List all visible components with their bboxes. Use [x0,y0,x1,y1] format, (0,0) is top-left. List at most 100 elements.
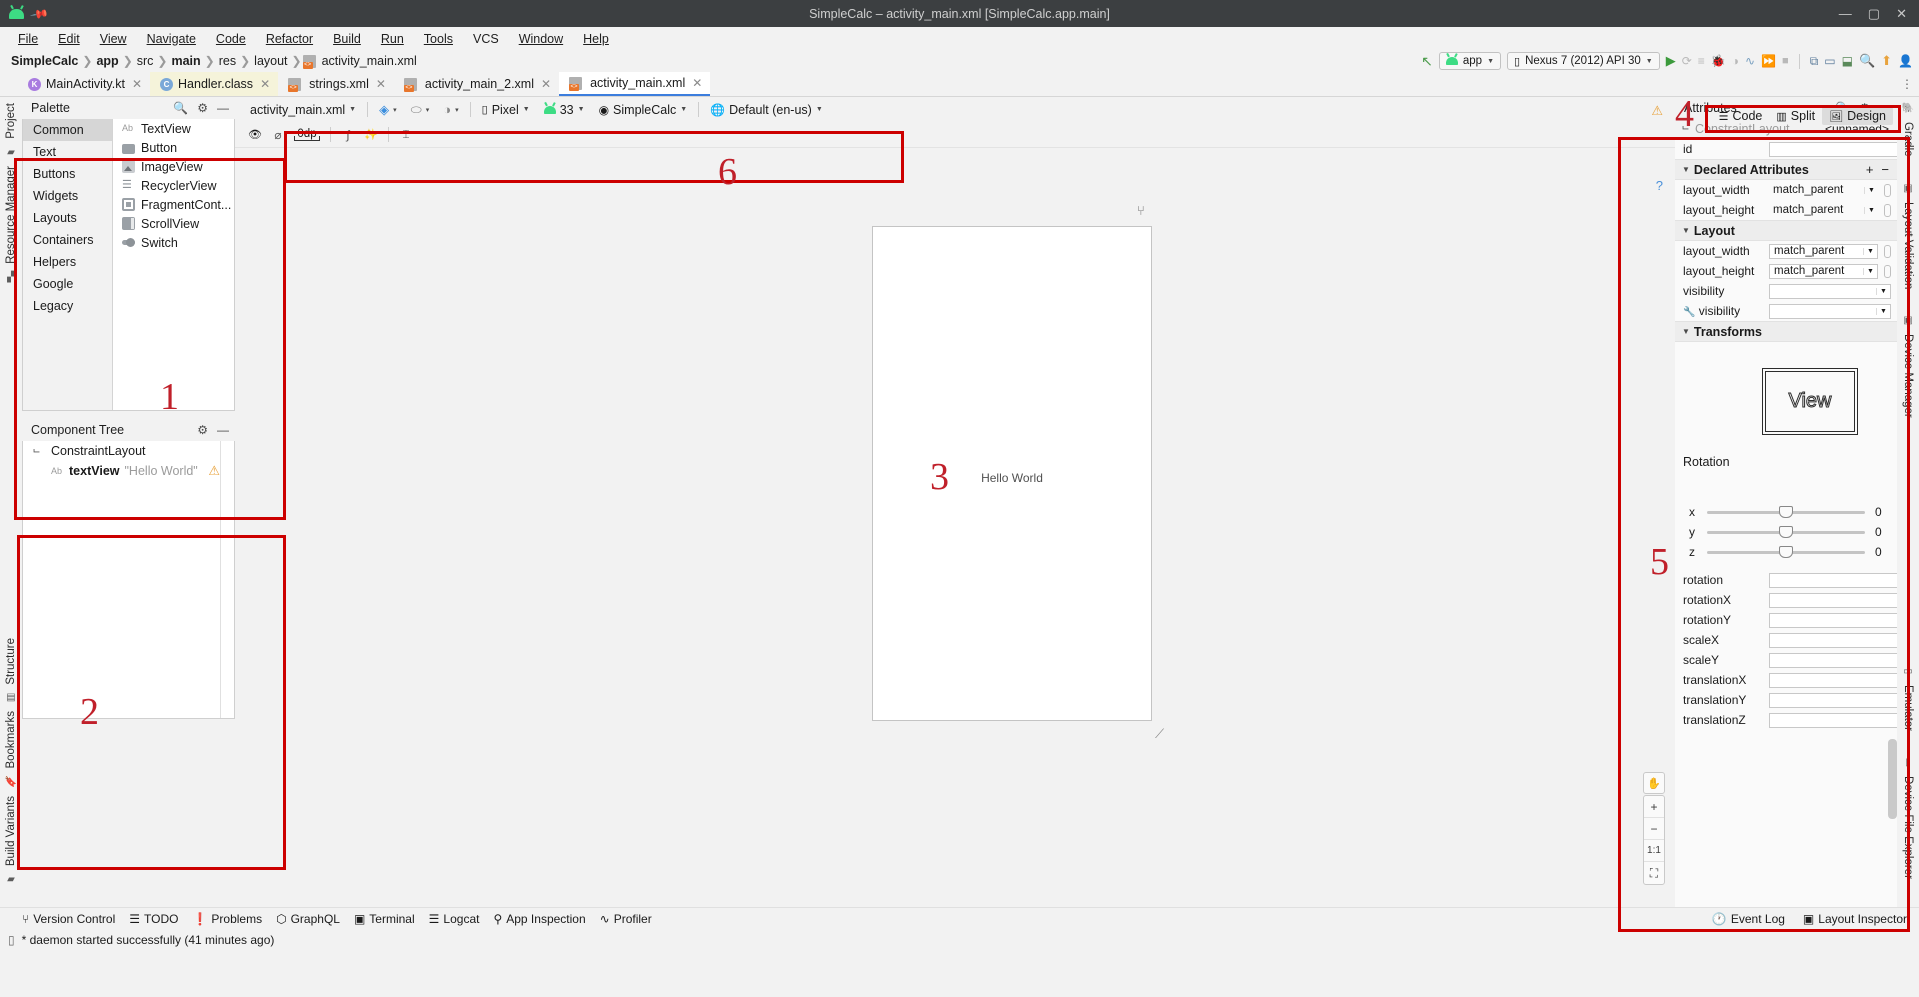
palette-item-button[interactable]: Button [113,138,234,157]
attributes-scrollbar[interactable] [1888,739,1897,819]
breadcrumb-app[interactable]: app [93,54,121,68]
resize-handle-icon[interactable]: ⟋ [1155,726,1164,742]
rotationx-input[interactable] [1769,592,1897,608]
zoom-out-button[interactable]: − [1644,818,1664,840]
rail-item-project[interactable]: Project [5,103,17,139]
breadcrumb-file[interactable]: activity_main.xml [319,54,420,68]
id-input[interactable] [1769,141,1897,157]
layout-height-combo[interactable]: match_parent ▼ [1769,263,1878,279]
status-button-problems[interactable]: ❗ Problems [192,912,262,926]
rail-item-layout-validation[interactable]: Layout Validation [1902,202,1914,289]
minimize-window-button[interactable]: — [1839,7,1852,20]
account-icon[interactable]: 👤 [1898,54,1913,68]
zoom-reset-button[interactable]: 1:1 [1644,840,1664,862]
rail-item-resource-manager[interactable]: Resource Manager [5,166,17,264]
scaley-input[interactable] [1769,652,1897,668]
editor-tab-strings[interactable]: strings.xml ✕ [278,72,394,96]
palette-item-imageview[interactable]: ImageView [113,157,234,176]
tab-design[interactable]: 🖼 Design [1822,107,1893,125]
status-button-version-control[interactable]: ⑂ Version Control [22,912,115,926]
view-options-button[interactable]: 👁 [245,125,265,145]
device-preview[interactable]: Hello World [872,226,1152,721]
menu-item-run[interactable]: Run [371,30,414,48]
layout-file-selector[interactable]: activity_main.xml ▼ [243,100,363,120]
component-tree-scrollbar[interactable] [220,441,234,718]
rail-item-gradle[interactable]: Gradle [1902,122,1914,157]
translationz-input[interactable] [1769,712,1897,728]
layout-width-combo[interactable]: match_parent ▼ [1769,183,1878,198]
rail-item-bookmarks[interactable]: Bookmarks [5,711,17,769]
breadcrumb-src[interactable]: src [134,54,157,68]
attribute-indicator[interactable] [1884,244,1891,258]
close-tab-button[interactable]: ✕ [260,77,270,91]
device-selector[interactable]: ▯ Nexus 7 (2012) API 30 ▼ [1507,52,1660,70]
run-button[interactable]: ▶ [1666,53,1676,69]
palette-category-google[interactable]: Google [23,273,112,295]
scalex-input[interactable] [1769,632,1897,648]
baseline-guideline-button[interactable]: ⌶ [396,125,416,145]
rail-item-build-variants[interactable]: Build Variants [5,796,17,866]
remove-constraints-button[interactable]: ∫ [338,125,358,145]
close-tab-button[interactable]: ✕ [692,76,702,90]
close-tab-button[interactable]: ✕ [132,77,142,91]
design-surface-button[interactable]: ◈ ▾ [372,100,404,120]
attach-debugger-icon[interactable]: ◑ [1732,54,1739,68]
status-button-todo[interactable]: ☰ TODO [129,912,178,926]
translationx-input[interactable] [1769,672,1897,688]
menu-item-view[interactable]: View [90,30,137,48]
visibility-combo[interactable]: ▼ [1769,283,1891,299]
menu-item-code[interactable]: Code [206,30,256,48]
remove-attribute-button[interactable]: − [1881,162,1889,177]
section-layout[interactable]: ▼ Layout [1675,220,1897,241]
minimize-icon[interactable]: — [217,423,229,437]
palette-category-text[interactable]: Text [23,141,112,163]
attributes-panel[interactable]: ConstraintLayout <unnamed> id ▼ Declared… [1675,119,1897,907]
palette-item-textview[interactable]: TextView [113,119,234,138]
device-manager-icon[interactable]: ⬓ [1842,54,1853,68]
device-selector[interactable]: ▯ Pixel ▼ [475,100,537,120]
editor-tab-mainactivity[interactable]: MainActivity.kt ✕ [18,72,150,96]
rotation-slider-x[interactable]: x 0 [1675,502,1897,522]
close-tab-button[interactable]: ✕ [376,77,386,91]
design-warning-icon[interactable]: ⚠ [1651,103,1663,119]
palette-category-legacy[interactable]: Legacy [23,295,112,317]
palette-item-recyclerview[interactable]: RecyclerView [113,176,234,195]
menu-item-refactor[interactable]: Refactor [256,30,323,48]
breadcrumb-project[interactable]: SimpleCalc [8,54,81,68]
design-canvas[interactable]: ⑂ Hello World ⟋ ? ✋ + − 1:1 ⛶ [235,147,1675,907]
editor-tab-handler[interactable]: Handler.class ✕ [150,72,279,96]
section-transforms[interactable]: ▼ Transforms [1675,321,1897,342]
palette-item-fragmentcontainer[interactable]: FragmentCont... [113,195,234,214]
tree-node-textview[interactable]: textView "Hello World" ⚠ [23,461,234,481]
close-window-button[interactable]: ✕ [1896,7,1907,20]
back-arrow-icon[interactable]: ↖ [1421,53,1433,70]
preview-textview[interactable]: Hello World [873,471,1151,485]
run-with-coverage-icon[interactable]: ⏩ [1761,54,1776,68]
maximize-window-button[interactable]: ▢ [1868,7,1880,20]
menu-item-navigate[interactable]: Navigate [137,30,206,48]
rail-item-device-file-explorer[interactable]: Device File Explorer [1902,776,1914,879]
palette-category-helpers[interactable]: Helpers [23,251,112,273]
breadcrumb-layout[interactable]: layout [251,54,290,68]
night-mode-button[interactable]: ◑ ▾ [436,100,465,120]
search-icon[interactable]: 🔍 [1859,53,1875,69]
sdk-manager-icon[interactable]: ⧉ [1810,54,1819,69]
blueprint-mode-button[interactable]: ⬭ ▾ [404,100,437,120]
device-orientation-icon[interactable]: ⑂ [1137,203,1145,218]
minimize-icon[interactable]: — [217,101,229,115]
layout-height-combo[interactable]: match_parent ▼ [1769,203,1878,218]
menu-item-tools[interactable]: Tools [414,30,463,48]
debug-icon[interactable]: 🐞 [1711,54,1726,68]
transform-view-preview[interactable]: View [1762,368,1858,435]
tab-code[interactable]: ☰ Code [1712,107,1770,125]
rail-item-device-manager[interactable]: Device Manager [1902,334,1914,418]
pin-icon[interactable]: 📌 [29,3,49,23]
tools-visibility-combo[interactable]: ▼ [1769,303,1891,319]
zoom-in-button[interactable]: + [1644,796,1664,818]
menu-item-vcs[interactable]: VCS [463,30,509,48]
apply-code-changes-icon[interactable]: ≡ [1698,54,1705,68]
status-button-event-log[interactable]: 🕐 Event Log [1712,912,1785,926]
warning-icon[interactable]: ⚠ [208,463,220,479]
menu-item-edit[interactable]: Edit [48,30,90,48]
rotation-slider-z[interactable]: z 0 [1675,542,1897,562]
